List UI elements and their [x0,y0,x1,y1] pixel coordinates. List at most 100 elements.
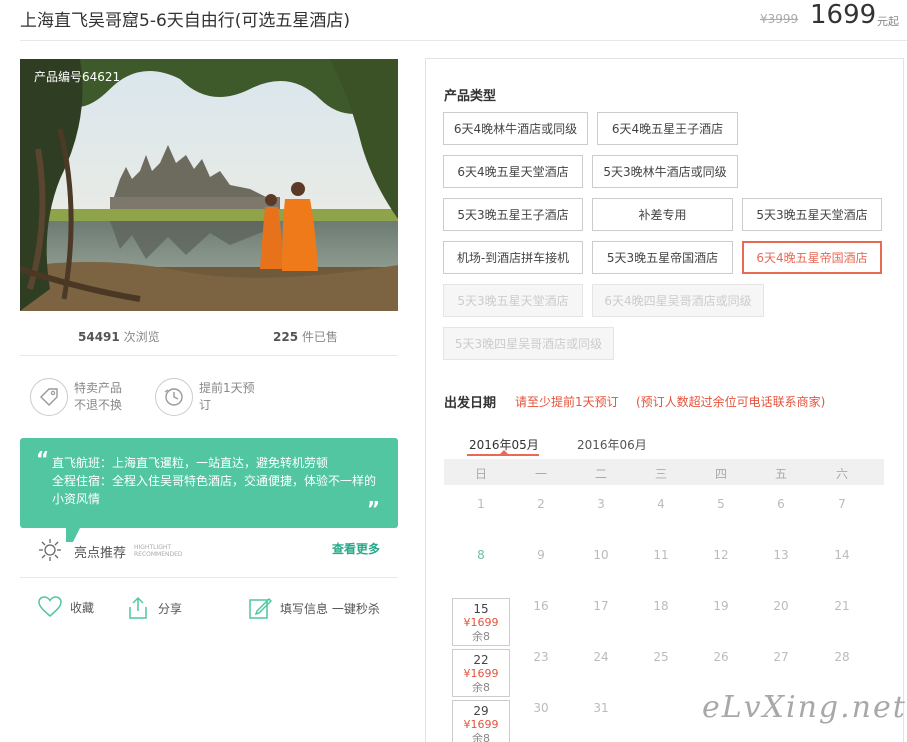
calendar-day: 17 [593,599,609,613]
feature-badges: 特卖产品 不退不换 提前1天预 订 [20,362,398,428]
calendar-day: 12 [713,548,729,562]
product-option[interactable]: 6天4晚林牛酒店或同级 [443,112,588,145]
quote-close-icon: ” [366,497,380,521]
calendar-day: 25 [653,650,669,664]
weekday-label: 日 [474,467,487,481]
day-price: ¥1699 [463,667,499,680]
product-option[interactable]: 5天3晚林牛酒店或同级 [592,155,738,188]
price-unit: 元起 [877,15,899,28]
edit-icon [249,597,272,619]
calendar-day-available[interactable]: 29 ¥1699 余8 [452,700,510,742]
sold-stat: 225 件已售 [273,328,338,345]
product-option[interactable]: 补差专用 [592,198,733,231]
views-label: 次浏览 [123,330,160,344]
calendar-day: 14 [834,548,850,562]
calendar-day: 7 [838,497,846,511]
clock-icon [155,378,193,416]
contact-note: (预订人数超过余位可电话联系商家) [636,395,826,409]
departure-date-label: 出发日期 [444,396,497,411]
day-price: ¥1699 [463,616,499,629]
original-price: ¥3999 [760,12,799,26]
feature-advance-booking: 提前1天预 订 [155,378,263,416]
calendar-day: 4 [657,497,665,511]
product-number: 产品编号64621 [34,70,121,84]
views-stat: 54491 次浏览 [78,328,160,345]
calendar-day-available[interactable]: 15 ¥1699 余8 [452,598,510,646]
feature-special-sale: 特卖产品 不退不换 [30,378,138,416]
current-price: 1699 [810,0,877,30]
share-icon [129,596,147,619]
calendar-day: 20 [773,599,789,613]
day-price: ¥1699 [463,718,499,731]
product-option[interactable]: 机场-到酒店拼车接机 [443,241,583,274]
highlight-recommend-row: 亮点推荐 HIGHTLIGHT RECOMMENDED 查看更多 [20,532,398,578]
weekday-label: 五 [774,467,787,481]
product-photo[interactable]: 产品编号64621 [20,59,398,311]
weekday-label: 二 [594,467,607,481]
share-button[interactable]: 分享 [126,596,182,620]
calendar-day: 8 [477,548,485,562]
calendar-day: 13 [773,548,789,562]
highlight-box: “ 直飞航班：上海直飞暹粒，一站直达，避免转机劳顿 全程住宿：全程入住吴哥特色酒… [20,438,398,528]
product-option[interactable]: 6天4晚五星天堂酒店 [443,155,583,188]
advance-booking-note: 请至少提前1天预订 [515,395,619,409]
watermark: eLvXing.net [702,690,907,725]
highlight-english: HIGHTLIGHT RECOMMENDED [134,544,183,558]
product-option-disabled: 6天4晚四星吴哥酒店或同级 [592,284,764,317]
product-option-selected[interactable]: 6天4晚五星帝国酒店 [742,241,882,274]
product-option[interactable]: 6天4晚五星王子酒店 [597,112,738,145]
see-more-link[interactable]: 查看更多 [332,540,380,557]
feature-text: 提前1天预 订 [199,381,255,412]
heart-icon [38,596,62,617]
stats-row: 54491 次浏览 225 件已售 [20,316,398,356]
calendar-day: 11 [653,548,669,562]
calendar-day: 28 [834,650,850,664]
day-number: 29 [473,704,489,718]
day-remaining: 余8 [472,630,490,643]
day-number: 22 [473,653,489,667]
calendar-day: 9 [537,548,545,562]
calendar-day: 30 [533,701,549,715]
product-option[interactable]: 5天3晚五星帝国酒店 [592,241,733,274]
weekday-header: 日一二三四五六 [444,459,884,485]
weekday-label: 一 [534,467,547,481]
calendar-day: 6 [777,497,785,511]
day-remaining: 余8 [472,681,490,694]
month-tab-arrow [499,450,509,455]
product-option-disabled: 5天3晚五星天堂酒店 [443,284,583,317]
highlight-label: 亮点推荐 [74,546,127,561]
calendar-day: 27 [773,650,789,664]
feature-text: 特卖产品 不退不换 [74,381,123,412]
sun-icon [39,539,61,561]
product-title: 上海直飞吴哥窟5-6天自由行(可选五星酒店) [20,11,351,31]
quote-open-icon: “ [36,447,50,471]
calendar-day: 21 [834,599,850,613]
day-number: 15 [473,602,489,616]
calendar-day-available[interactable]: 22 ¥1699 余8 [452,649,510,697]
calendar-day: 16 [533,599,549,613]
sold-label: 件已售 [301,330,338,344]
calendar-day: 19 [713,599,729,613]
product-option[interactable]: 5天3晚五星王子酒店 [443,198,583,231]
product-option[interactable]: 5天3晚五星天堂酒店 [742,198,882,231]
calendar-day: 5 [717,497,725,511]
highlight-line-1: 直飞航班：上海直飞暹粒，一站直达，避免转机劳顿 [52,456,329,470]
product-type-label: 产品类型 [444,89,497,104]
tag-icon [30,378,68,416]
calendar-day: 31 [593,701,609,715]
day-remaining: 余8 [472,732,490,742]
fill-info-button[interactable]: 填写信息 一键秒杀 [248,596,380,620]
action-bar: 收藏 分享 填写信息 一键秒杀 [20,590,398,630]
angkor-temple-image [20,59,398,311]
weekday-label: 四 [714,467,727,481]
calendar-day: 2 [537,497,545,511]
calendar-day: 3 [597,497,605,511]
weekday-label: 六 [835,467,848,481]
calendar-day: 26 [713,650,729,664]
month-tab-june[interactable]: 2016年06月 [577,436,647,453]
collect-button[interactable]: 收藏 [38,596,94,618]
weekday-label: 三 [654,467,667,481]
product-option-disabled: 5天3晚四星吴哥酒店或同级 [443,327,614,360]
views-count: 54491 [78,330,120,344]
calendar-day: 1 [477,497,485,511]
